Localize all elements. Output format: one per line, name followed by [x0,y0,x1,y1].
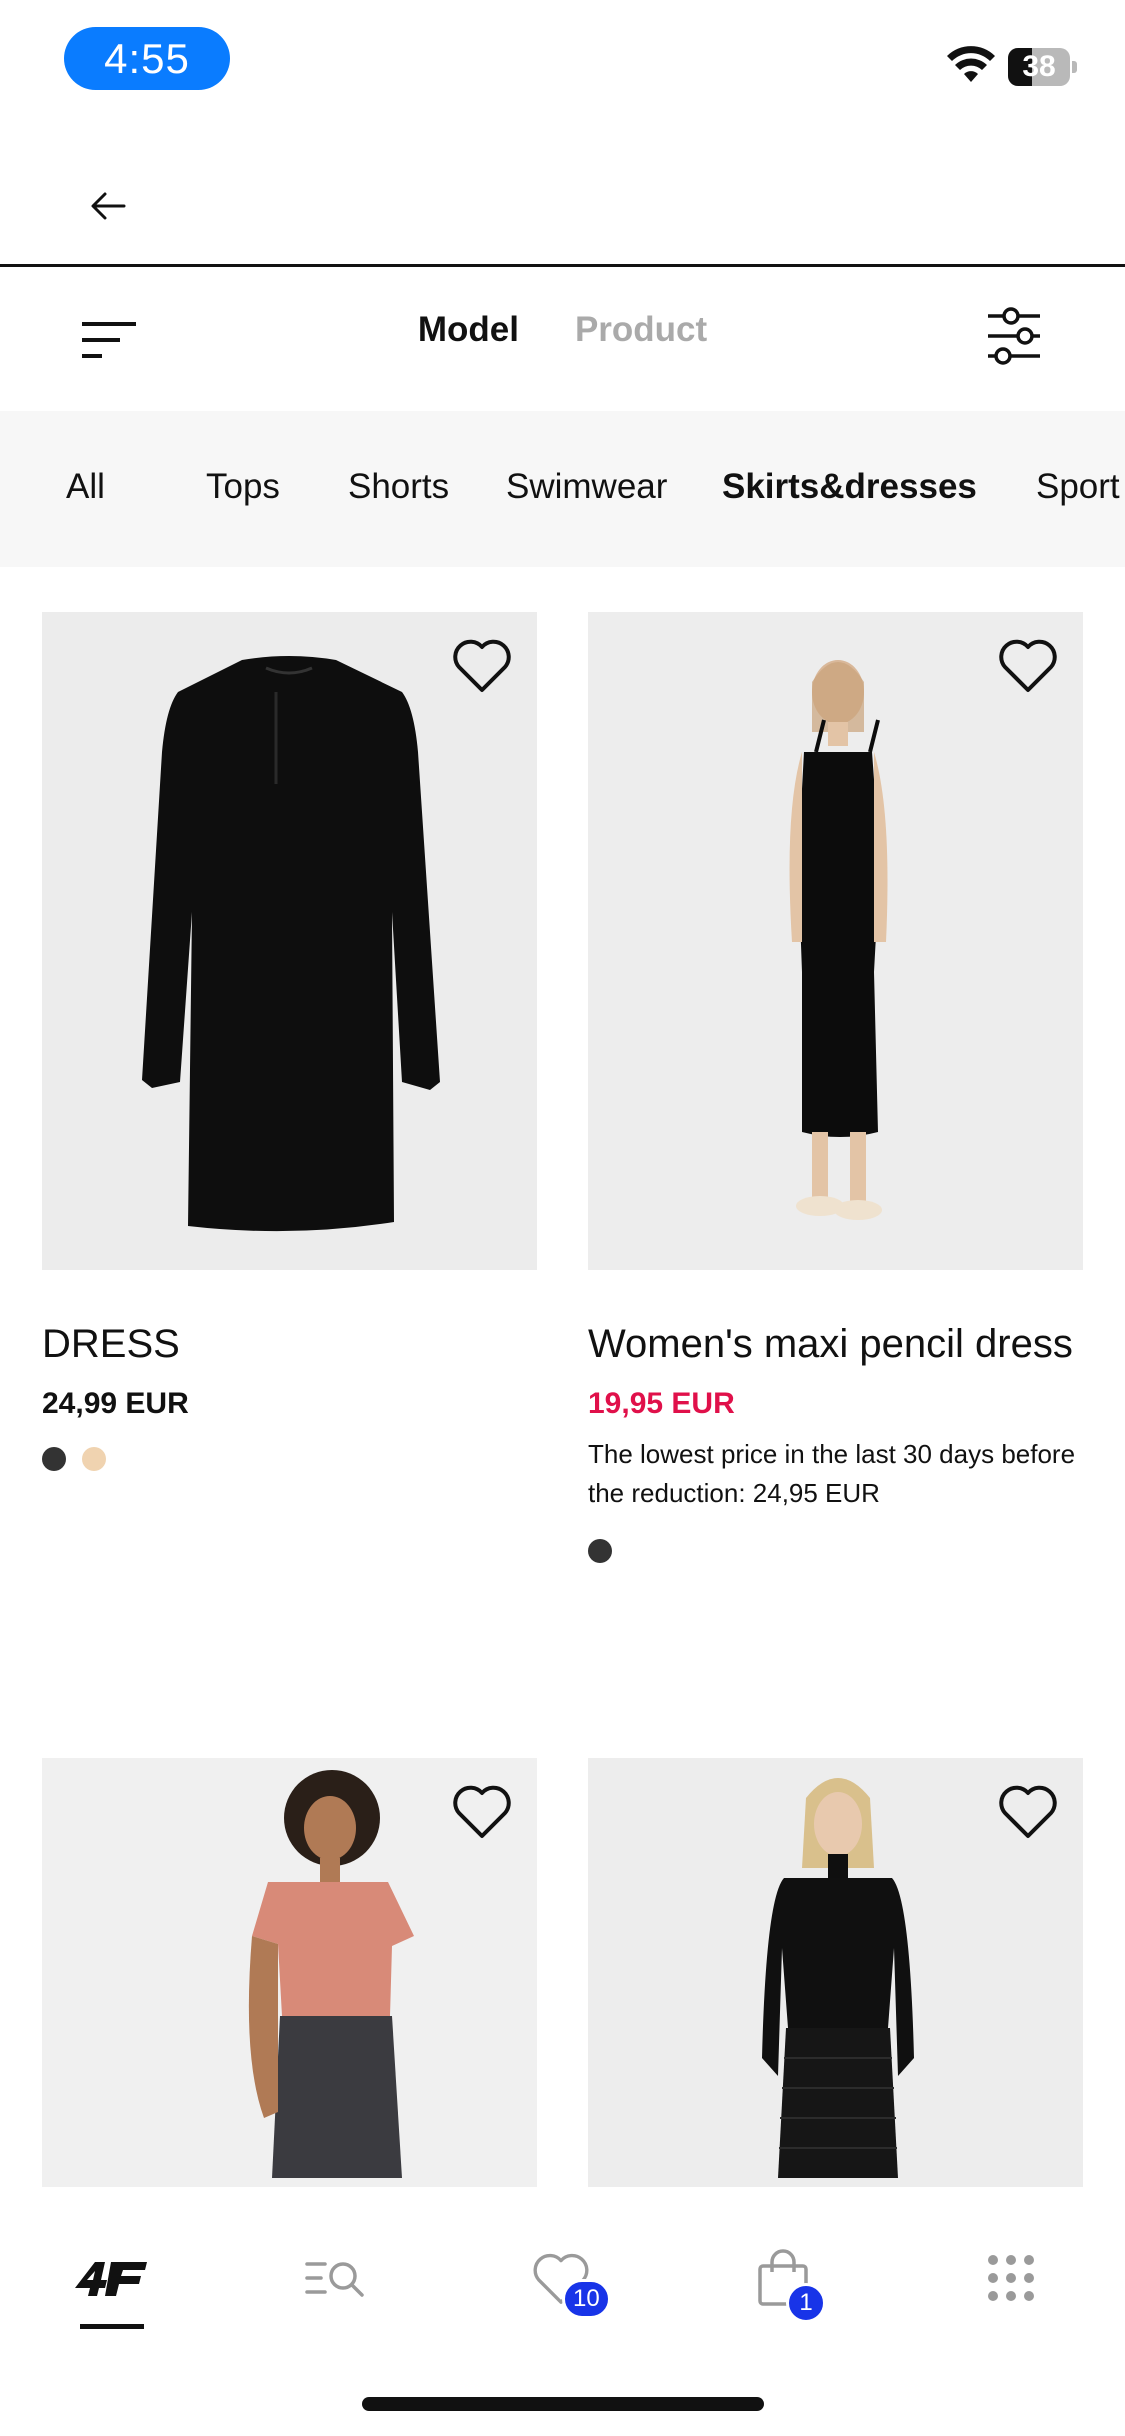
back-button[interactable] [82,180,134,232]
product-name[interactable]: Women's maxi pencil dress [588,1322,1083,1367]
category-skirts-dresses[interactable]: Skirts&dresses [722,467,977,507]
category-sport[interactable]: Sport [1036,467,1120,507]
color-swatches [42,1447,537,1471]
category-tops[interactable]: Tops [206,467,280,507]
search-menu-icon [305,2262,364,2297]
category-all[interactable]: All [66,467,105,507]
swatch-dark[interactable] [42,1447,66,1471]
product-card[interactable]: DRESS 24,99 EUR [42,612,537,1471]
tab-product[interactable]: Product [575,310,707,370]
product-card[interactable]: Women's maxi pencil dress 19,95 EUR The … [588,612,1083,1563]
dress-photo [142,656,440,1232]
cart-count-badge: 1 [786,2283,826,2323]
arrow-left-icon [91,192,126,220]
category-swimwear[interactable]: Swimwear [506,467,667,507]
model-photo [789,660,888,1220]
category-bar: All Tops Shorts Swimwear Skirts&dresses … [0,411,1125,567]
filter-sliders-icon[interactable] [984,306,1044,366]
view-toggle: Model Product [0,310,1125,370]
product-name[interactable]: DRESS [42,1322,537,1367]
swatch-dark[interactable] [588,1539,612,1563]
heart-icon[interactable] [451,1782,513,1840]
tab-cart[interactable]: 1 [738,2233,828,2323]
wishlist-count-badge: 10 [562,2279,611,2319]
grid-menu-icon [988,2255,1034,2301]
heart-icon[interactable] [997,1782,1059,1840]
status-bar: 4:55 38 [0,0,1125,120]
bottom-tab-bar: 10 1 [0,2187,1125,2436]
heart-icon[interactable] [997,636,1059,694]
battery-icon: 38 [1008,48,1077,86]
product-image[interactable] [42,612,537,1270]
tab-home[interactable] [66,2233,156,2323]
lowest-price-note: The lowest price in the last 30 days bef… [588,1439,1076,1508]
wifi-icon [947,46,995,82]
tab-menu[interactable] [966,2233,1056,2323]
product-sale-price: 19,95 EUR [588,1387,735,1420]
status-time: 4:55 [64,27,230,90]
tab-model[interactable]: Model [418,310,519,370]
swatch-beige[interactable] [82,1447,106,1471]
home-indicator [362,2397,764,2411]
heart-icon[interactable] [451,636,513,694]
header-divider [0,264,1125,267]
brand-logo-icon [75,2262,147,2296]
active-tab-indicator [80,2324,144,2329]
product-image[interactable] [588,612,1083,1270]
product-price: 24,99 EUR [42,1387,189,1420]
category-shorts[interactable]: Shorts [348,467,449,507]
tab-wishlist[interactable]: 10 [516,2233,611,2323]
color-swatches [588,1539,1083,1563]
tab-search[interactable] [290,2233,380,2323]
battery-level: 38 [1022,50,1056,83]
